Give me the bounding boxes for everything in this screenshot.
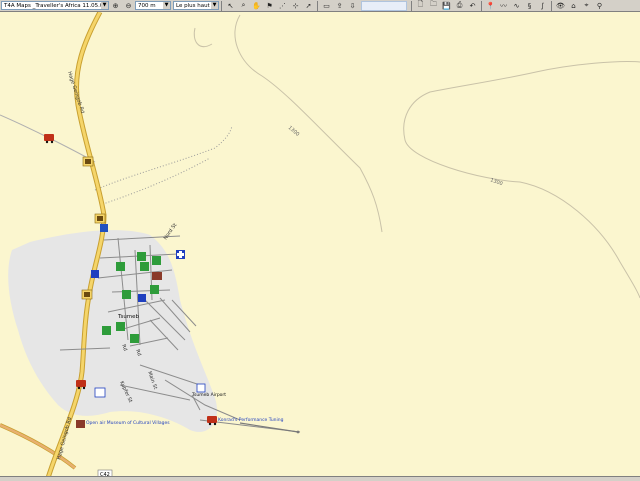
save-disk-icon[interactable]: 💾 [441, 1, 452, 11]
restaurant-icon[interactable] [150, 285, 159, 294]
send-device-icon[interactable]: ⇪ [334, 1, 345, 11]
map-product-select[interactable]: T4A Maps _Traveller's Africa 11.05.01 ▼ [1, 1, 109, 10]
toolbar-separator [551, 0, 552, 11]
select-tool-icon[interactable]: ↖ [225, 1, 236, 11]
fuel-station-icon[interactable] [82, 156, 94, 167]
detail-level-select[interactable]: Le plus haut ▼ [173, 1, 219, 10]
map-svg[interactable]: 1300 1300 C42 Main St Kupfer St Nord St … [0, 12, 640, 481]
route-tool-icon[interactable]: ⋰ [277, 1, 288, 11]
track-icon[interactable]: 〰 [498, 1, 509, 11]
zoom-tool-icon[interactable]: ⌕ [238, 1, 249, 11]
arrow-cursor-icon[interactable]: ➚ [303, 1, 314, 11]
poi-label-airport: Tsumeb Airport [191, 392, 226, 398]
waypoint-flag-icon[interactable]: ⚑ [264, 1, 275, 11]
zoom-scale-value: 700 m [138, 2, 156, 9]
shopping-icon[interactable] [140, 262, 149, 271]
toolbar-separator [481, 0, 482, 11]
undo-icon[interactable]: ↶ [467, 1, 478, 11]
airport-icon[interactable] [196, 383, 206, 393]
pan-hand-icon[interactable]: ✋ [251, 1, 262, 11]
new-file-icon[interactable]: 🗋 [415, 0, 426, 11]
chevron-down-icon: ▼ [163, 2, 170, 9]
toolbar-separator [317, 0, 318, 11]
parking-icon[interactable] [100, 224, 108, 232]
chevron-down-icon: ▼ [211, 2, 218, 9]
svg-text:Tsumeb: Tsumeb [117, 314, 140, 320]
zoom-out-icon[interactable]: ⊖ [123, 1, 134, 11]
lodging-icon[interactable] [102, 326, 111, 335]
lodging-icon[interactable] [137, 252, 146, 261]
open-folder-icon[interactable]: 🗀 [428, 0, 439, 11]
poi-label-conrad: Konrad's Performance Tuning [218, 417, 284, 423]
route-alt-icon[interactable]: ∫ [537, 1, 548, 11]
museum-icon[interactable] [152, 272, 162, 280]
detail-level-value: Le plus haut [176, 2, 210, 9]
waypoint-pin-icon[interactable]: 📍 [485, 1, 496, 11]
map-toolbar: T4A Maps _Traveller's Africa 11.05.01 ▼ ⊕… [0, 0, 640, 12]
chevron-down-icon: ▼ [101, 2, 108, 9]
shopping-icon[interactable] [138, 294, 146, 302]
toolbar-separator [221, 0, 222, 11]
find-binoculars-icon[interactable]: 👁 [555, 1, 566, 11]
track-alt-icon[interactable]: § [524, 1, 535, 11]
restaurant-icon[interactable] [122, 290, 131, 299]
museum-icon[interactable] [76, 420, 85, 428]
svg-text:Tsumeb Airport: Tsumeb Airport [191, 392, 226, 398]
fuel-station-icon[interactable] [81, 289, 93, 300]
find-address-icon[interactable]: ⌂ [568, 1, 579, 11]
fuel-station-icon[interactable] [94, 213, 106, 224]
status-bar [0, 476, 640, 481]
info-icon[interactable] [91, 270, 99, 278]
measure-tool-icon[interactable]: ⊹ [290, 1, 301, 11]
svg-text:Konrad's Performance Tuning: Konrad's Performance Tuning [218, 417, 284, 423]
svg-text:Open air Museum of Cultural Vi: Open air Museum of Cultural Villages [86, 420, 170, 426]
device-status-box [361, 0, 407, 11]
lodging-icon[interactable] [116, 262, 125, 271]
zoom-in-icon[interactable]: ⊕ [110, 1, 121, 11]
shopping-icon[interactable] [94, 387, 106, 398]
map-product-value: T4A Maps _Traveller's Africa 11.05.01 [4, 2, 107, 9]
toolbar-separator [411, 0, 412, 11]
route-icon[interactable]: ∿ [511, 1, 522, 11]
town-label-tsumeb: Tsumeb [117, 314, 140, 320]
find-poi-icon[interactable]: ⌖ [581, 1, 592, 11]
lodging-icon[interactable] [152, 256, 161, 265]
poi-label-museum: Open air Museum of Cultural Villages [86, 420, 170, 426]
print-icon[interactable]: ⎙ [454, 1, 465, 11]
restaurant-icon[interactable] [130, 334, 139, 343]
zoom-scale-select[interactable]: 700 m ▼ [135, 1, 171, 10]
map-sheet-icon[interactable]: ▭ [321, 1, 332, 11]
restaurant-icon[interactable] [116, 322, 125, 331]
find-nearby-icon[interactable]: ⚲ [594, 1, 605, 11]
map-canvas[interactable]: 1300 1300 C42 Main St Kupfer St Nord St … [0, 12, 640, 481]
hospital-cross-icon[interactable] [176, 250, 185, 259]
receive-device-icon[interactable]: ⇩ [347, 1, 358, 11]
